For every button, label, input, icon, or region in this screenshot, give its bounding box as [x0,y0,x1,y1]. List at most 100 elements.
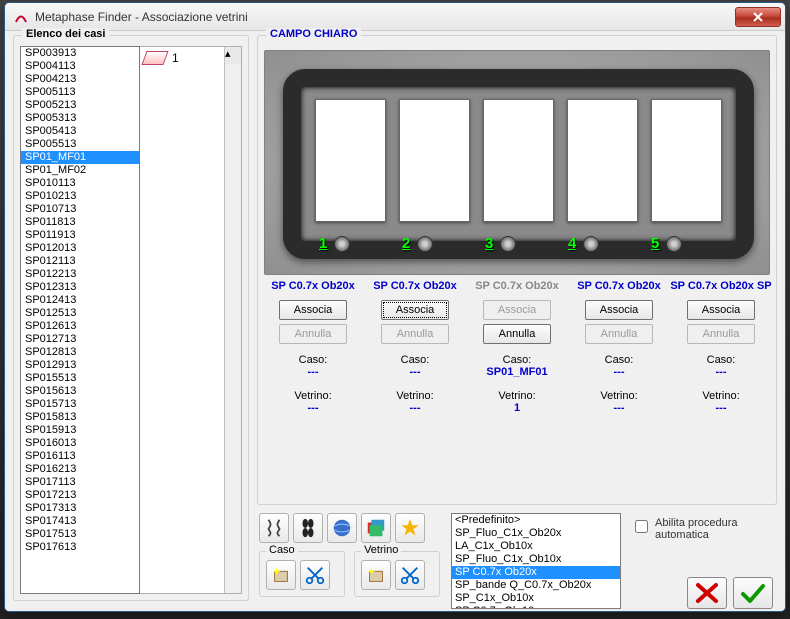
case-item[interactable]: SP011913 [21,229,139,242]
close-button[interactable] [735,7,781,27]
app-icon [13,9,29,25]
ok-button[interactable] [733,577,773,609]
cross-icon [694,582,720,604]
caso-value: --- [364,366,466,378]
case-item[interactable]: SP012713 [21,333,139,346]
case-item[interactable]: SP015913 [21,424,139,437]
case-item[interactable]: SP017213 [21,489,139,502]
caso-cut-button[interactable] [300,560,330,590]
case-item[interactable]: SP017613 [21,541,139,554]
client-area: Elenco dei casi SP003913SP004113SP004213… [5,31,785,611]
protocol-item[interactable]: SP_C1x_Ob10x [452,592,620,605]
case-item[interactable]: SP010713 [21,203,139,216]
auto-checkbox[interactable] [635,520,648,533]
case-item[interactable]: SP003913 [21,47,139,60]
protocol-name: SP C0.7x Ob20x SP [670,280,772,292]
case-item[interactable]: SP012013 [21,242,139,255]
associa-button[interactable]: Associa [279,300,347,320]
case-item[interactable]: SP005313 [21,112,139,125]
case-item[interactable]: SP01_MF02 [21,164,139,177]
associa-button[interactable]: Associa [585,300,653,320]
associa-button[interactable]: Associa [687,300,755,320]
case-item[interactable]: SP015513 [21,372,139,385]
auto-checkbox-wrap: Abilita procedura automatica [631,517,741,541]
mode-btn-4[interactable] [361,513,391,543]
protocol-name: SP C0.7x Ob20x [568,280,670,292]
annulla-button[interactable]: Annulla [483,324,551,344]
mode-btn-1[interactable] [259,513,289,543]
gallery-icon [365,517,387,539]
slot-number: 5 [643,235,726,252]
caso-label: Caso: [466,354,568,366]
case-item[interactable]: SP012613 [21,320,139,333]
case-item[interactable]: SP015713 [21,398,139,411]
case-item[interactable]: SP016213 [21,463,139,476]
mode-btn-3[interactable] [327,513,357,543]
case-item[interactable]: SP012813 [21,346,139,359]
case-item[interactable]: SP017513 [21,528,139,541]
slot-column-5: SP C0.7x Ob20x SPAssociaAnnullaCaso:---V… [670,280,772,414]
case-item[interactable]: SP005113 [21,86,139,99]
protocol-item[interactable]: SP_Fluo_C1x_Ob10x [452,553,620,566]
case-item[interactable]: SP004113 [21,60,139,73]
protocol-item[interactable]: <Predefinito> [452,514,620,527]
star-icon [399,517,421,539]
case-item[interactable]: SP005513 [21,138,139,151]
case-item[interactable]: SP004213 [21,73,139,86]
protocol-listbox[interactable]: <Predefinito>SP_Fluo_C1x_Ob20xLA_C1x_Ob1… [451,513,621,609]
case-item[interactable]: SP016013 [21,437,139,450]
protocol-item[interactable]: SP C0.7x Ob20x [452,566,620,579]
case-item[interactable]: SP010213 [21,190,139,203]
case-item[interactable]: SP015813 [21,411,139,424]
associa-button[interactable]: Associa [381,300,449,320]
case-item[interactable]: SP005213 [21,99,139,112]
case-item[interactable]: SP010113 [21,177,139,190]
vetrino-label: Vetrino: [568,390,670,402]
case-item[interactable]: SP012513 [21,307,139,320]
case-item[interactable]: SP012213 [21,268,139,281]
cancel-button[interactable] [687,577,727,609]
side-scrollbar[interactable]: ▴ [224,47,241,593]
case-item[interactable]: SP011813 [21,216,139,229]
title-bar[interactable]: Metaphase Finder - Associazione vetrini [5,3,785,31]
protocol-name: SP C0.7x Ob20x [262,280,364,292]
cases-side-panel: 1 ▴ [140,46,242,594]
protocol-name: SP C0.7x Ob20x [466,280,568,292]
vetrino-new-button[interactable] [361,560,391,590]
case-item[interactable]: SP012313 [21,281,139,294]
cases-listbox[interactable]: SP003913SP004113SP004213SP005113SP005213… [20,46,140,594]
case-item[interactable]: SP016113 [21,450,139,463]
scroll-up-icon[interactable]: ▴ [225,47,241,64]
annulla-button: Annulla [687,324,755,344]
mode-btn-2[interactable] [293,513,323,543]
protocol-item[interactable]: SP_Fluo_C1x_Ob20x [452,527,620,540]
vetrino-label: Vetrino: [466,390,568,402]
tray-slot [399,99,470,222]
vetrino-label: Vetrino: [364,390,466,402]
case-item[interactable]: SP012113 [21,255,139,268]
vetrino-cut-button[interactable] [395,560,425,590]
window-title: Metaphase Finder - Associazione vetrini [35,10,735,24]
caso-new-button[interactable] [266,560,296,590]
case-item[interactable]: SP01_MF01 [21,151,139,164]
case-item[interactable]: SP015613 [21,385,139,398]
case-item[interactable]: SP017413 [21,515,139,528]
protocol-item[interactable]: SP_bande Q_C0.7x_Ob20x [452,579,620,592]
case-item[interactable]: SP012913 [21,359,139,372]
protocol-item[interactable]: LA_C1x_Ob10x [452,540,620,553]
case-item[interactable]: SP005413 [21,125,139,138]
scissors-icon [399,564,421,586]
protocol-item[interactable]: SP C0.7x Ob 10x [452,605,620,609]
tray-slot [567,99,638,222]
auto-checkbox-label[interactable]: Abilita procedura automatica [631,517,741,541]
slot-number: 2 [394,235,477,252]
globe-icon [331,517,353,539]
case-item[interactable]: SP017113 [21,476,139,489]
vetrino-value: --- [364,402,466,414]
scissors-icon [304,564,326,586]
case-item[interactable]: SP017313 [21,502,139,515]
mode-btn-5[interactable] [395,513,425,543]
sparkle-card-icon [365,564,387,586]
vetrino-value: --- [568,402,670,414]
case-item[interactable]: SP012413 [21,294,139,307]
